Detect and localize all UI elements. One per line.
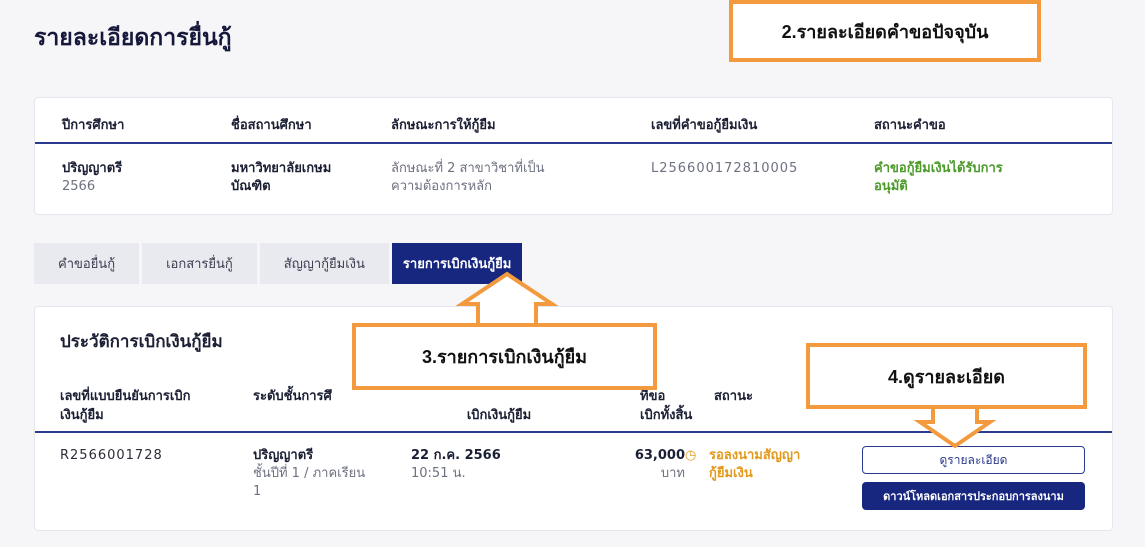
header-request-status: สถานะคำขอ (874, 118, 946, 133)
amount-cell: 63,000 บาท (610, 447, 685, 483)
request-summary-card: ปีการศึกษา ชื่อสถานศึกษา ลักษณะการให้กู้… (34, 97, 1113, 215)
school-name: มหาวิทยาลัยเกษม บัณฑิต (231, 161, 332, 194)
callout-disbursement-list: 3.รายการเบิกเงินกู้ยืม (352, 323, 657, 390)
request-status: คำขอกู้ยืมเงินได้รับการ อนุมัติ (874, 161, 1003, 194)
tab-loan-request[interactable]: คำขอยื่นกู้ (34, 243, 140, 284)
page-title: รายละเอียดการยื่นกู้ (34, 25, 232, 51)
total-amount: 63,000 (634, 448, 685, 463)
row-education-level: ปริญญาตรี (253, 448, 314, 463)
academic-year: 2566 (62, 179, 96, 194)
disburse-time: 10:51 น. (411, 466, 466, 481)
tab-loan-documents[interactable]: เอกสารยื่นกู้ (142, 243, 257, 284)
tab-bar: คำขอยื่นกู้ เอกสารยื่นกู้ สัญญากู้ยืมเงิ… (34, 243, 525, 284)
header-request-no: เลขที่คำขอกู้ยืมเงิน (651, 118, 758, 133)
date-cell: 22 ก.ค. 2566 10:51 น. (411, 447, 501, 483)
education-level: ปริญญาตรี (62, 161, 123, 176)
disbursement-status: รอลงนามสัญญา กู้ยืมเงิน (709, 448, 801, 481)
header-disburse-date: เบิกเงินกู้ยืม (466, 408, 532, 423)
tab-loan-contract[interactable]: สัญญากู้ยืมเงิน (259, 243, 389, 284)
level-cell: ปริญญาตรี ชั้นปีที่ 1 / ภาคเรียน 1 (253, 447, 373, 501)
header-confirm-no: เลขที่แบบยืนยันการเบิก เงินกู้ยืม (60, 389, 191, 423)
confirm-number: R2566001728 (60, 448, 163, 463)
currency: บาท (660, 466, 685, 481)
header-academic-year: ปีการศึกษา (62, 118, 125, 133)
header-level: ระดับชั้นการศึ (253, 389, 332, 404)
header-school: ชื่อสถานศึกษา (231, 118, 312, 133)
academic-year-cell: ปริญญาตรี 2566 (62, 160, 122, 196)
header-status: สถานะ (714, 389, 753, 404)
loan-type: ลักษณะที่ 2 สาขาวิชาที่เป็น ความต้องการห… (391, 161, 545, 194)
history-title: ประวัติการเบิกเงินกู้ยืม (60, 332, 223, 352)
callout-view-details: 4.ดูรายละเอียด (806, 343, 1087, 409)
clock-icon: ◷ (685, 448, 697, 463)
disburse-date: 22 ก.ค. 2566 (411, 448, 501, 463)
download-documents-button[interactable]: ดาวน์โหลดเอกสารประกอบการลงนาม (862, 482, 1085, 510)
request-number: L256600172810005 (651, 161, 799, 176)
row-level-detail: ชั้นปีที่ 1 / ภาคเรียน 1 (253, 466, 366, 499)
view-details-button[interactable]: ดูรายละเอียด (862, 446, 1085, 474)
tab-disbursement-list[interactable]: รายการเบิกเงินกู้ยืม (391, 243, 523, 284)
callout-current-request: 2.รายละเอียดคำขอปัจจุบัน (729, 0, 1041, 62)
header-loan-type: ลักษณะการให้กู้ยืม (391, 118, 496, 133)
summary-header: ปีการศึกษา ชื่อสถานศึกษา ลักษณะการให้กู้… (35, 98, 1112, 144)
